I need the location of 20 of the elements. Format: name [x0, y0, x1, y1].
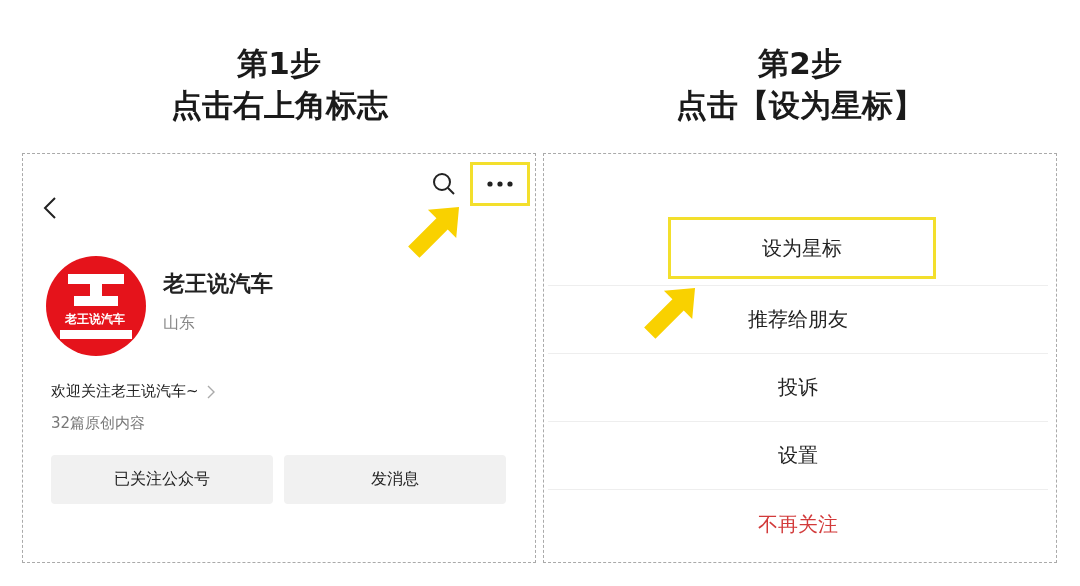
step-title: 第1步	[237, 44, 321, 82]
menu-item[interactable]: 投诉	[548, 354, 1048, 422]
menu-item[interactable]: 设为星标	[668, 217, 936, 279]
step-instruction: 点击右上角标志	[170, 86, 388, 124]
back-icon	[43, 196, 57, 220]
chevron-icon	[206, 384, 215, 399]
account-intro: 欢迎关注老王说汽车~	[51, 382, 199, 401]
step-instruction: 点击【设为星标】	[676, 86, 924, 124]
article-count: 32篇原创内容	[50, 413, 147, 433]
search-icon	[432, 172, 456, 196]
step-title: 第2步	[758, 44, 842, 82]
action-button[interactable]: 发消息	[284, 455, 506, 504]
account-location: 山东	[163, 312, 196, 334]
action-button[interactable]: 已关注公众号	[51, 455, 273, 504]
menu-item[interactable]: 设置	[548, 422, 1048, 490]
account-name: 老王说汽车	[163, 269, 273, 298]
menu-item[interactable]: 不再关注	[548, 490, 1048, 558]
more-icon	[487, 181, 513, 187]
more-button[interactable]	[470, 162, 530, 206]
logo-caption: 老王说汽车	[64, 312, 126, 326]
